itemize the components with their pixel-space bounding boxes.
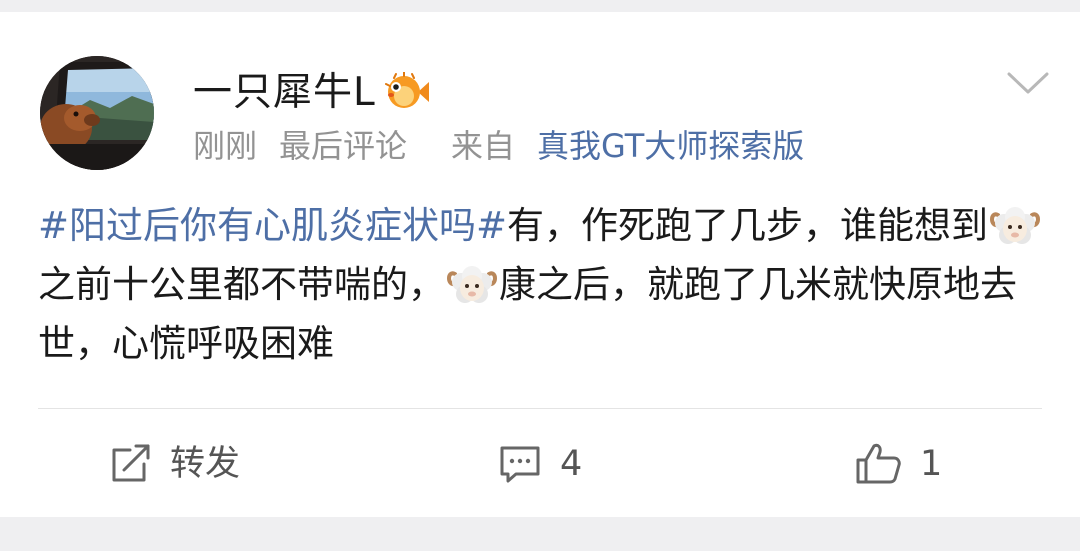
comment-button[interactable]: 4 xyxy=(498,440,582,488)
last-comment-label: 最后评论 xyxy=(279,127,408,165)
repost-icon xyxy=(112,444,150,482)
pufferfish-badge-icon xyxy=(384,71,430,112)
sheep-emoji-icon xyxy=(445,260,499,306)
post-meta: 刚刚 最后评论 来自 真我GT大师探索版 xyxy=(193,130,804,162)
hashtag-link[interactable]: #阳过后你有心肌炎症状吗# xyxy=(38,204,507,247)
weibo-post-card: 一只犀牛L 刚刚 最后评论 来自 真我GT大师探索版 #阳过后你有心肌炎症状吗# xyxy=(0,12,1080,517)
post-time: 刚刚 xyxy=(193,127,258,165)
comment-count: 4 xyxy=(560,443,583,484)
like-button[interactable]: 1 xyxy=(854,440,942,488)
comment-icon xyxy=(500,446,540,483)
from-label: 来自 xyxy=(451,127,516,165)
post-text-part2: 之前十公里都不带喘的， xyxy=(38,263,445,306)
username[interactable]: 一只犀牛L xyxy=(193,73,376,112)
avatar[interactable] xyxy=(40,56,154,170)
post-source[interactable]: 真我GT大师探索版 xyxy=(537,130,804,162)
post-body: #阳过后你有心肌炎症状吗#有，作死跑了几步，谁能想到 之前十公里都不带喘的， 康… xyxy=(38,196,1048,373)
repost-button[interactable]: 转发 xyxy=(108,440,240,488)
post-text-part1: 有，作死跑了几步，谁能想到 xyxy=(507,204,989,247)
like-count: 1 xyxy=(920,443,943,484)
repost-label: 转发 xyxy=(170,443,241,484)
username-row: 一只犀牛L xyxy=(193,68,430,116)
sheep-emoji-icon xyxy=(988,201,1042,247)
chevron-down-icon[interactable] xyxy=(1006,70,1050,96)
thumbs-up-icon xyxy=(856,443,901,484)
divider xyxy=(38,408,1042,409)
